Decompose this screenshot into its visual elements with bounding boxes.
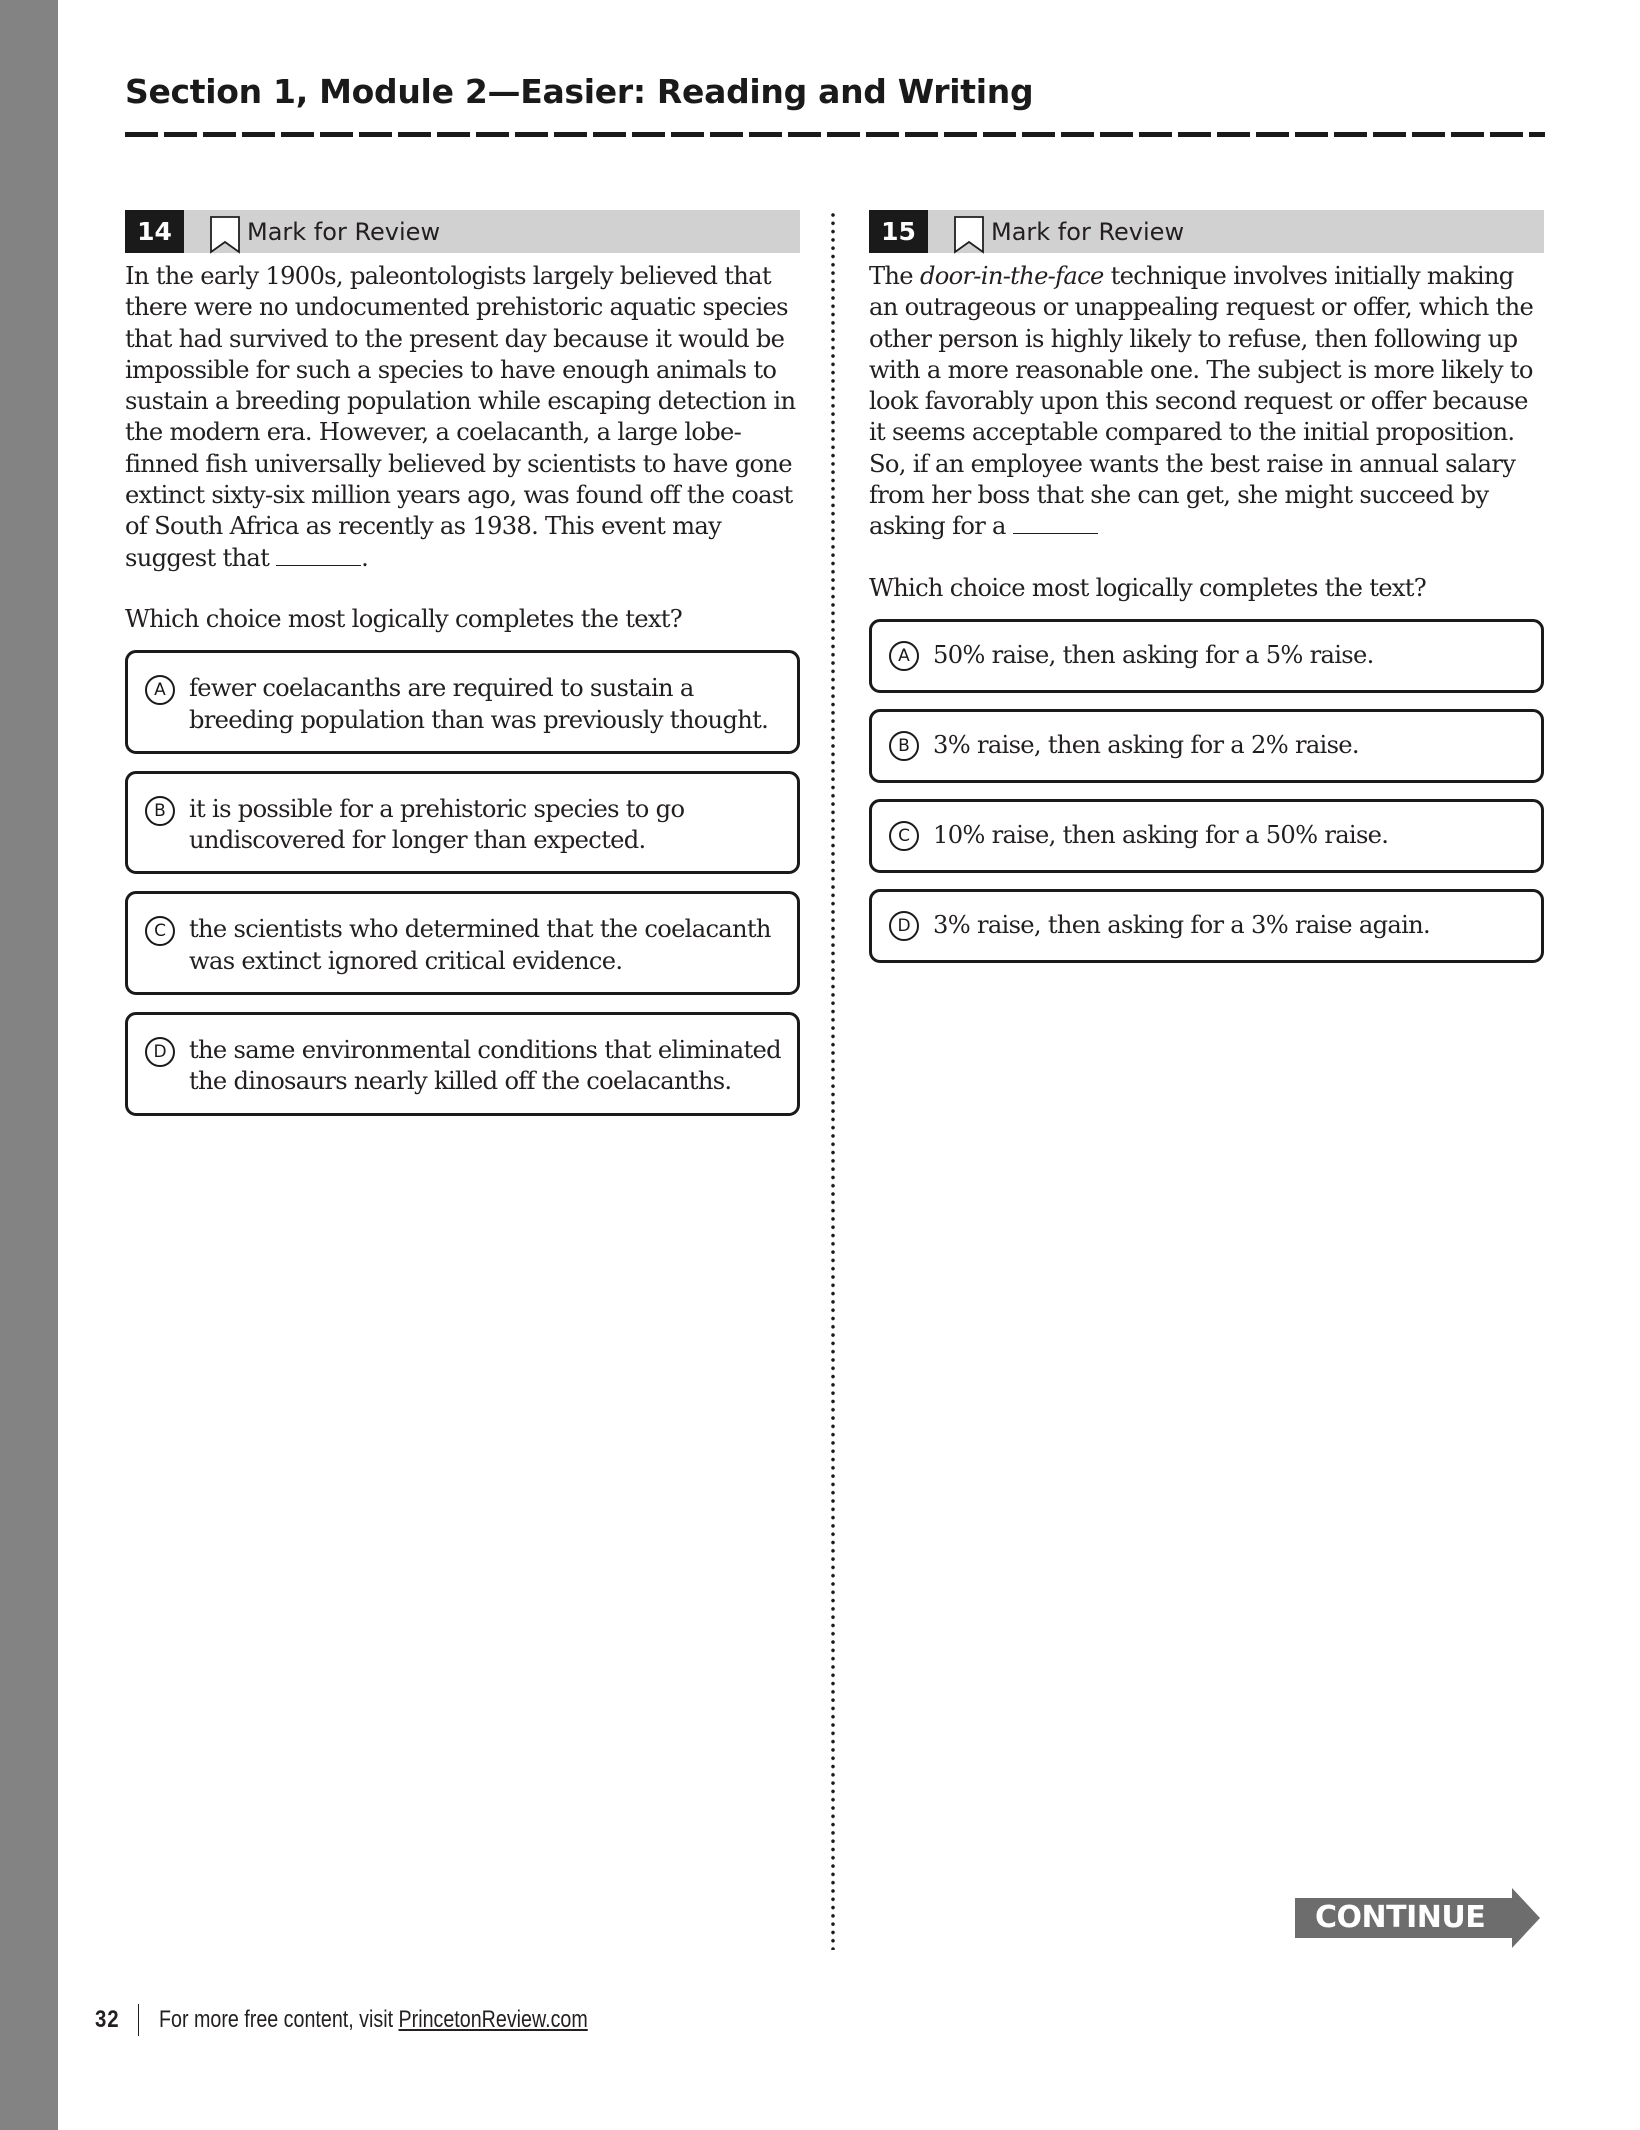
- choice-text: 3% raise, then asking for a 2% raise.: [933, 731, 1360, 760]
- bookmark-icon: [954, 215, 984, 254]
- question-header: 15 Mark for Review: [869, 210, 1544, 254]
- title-dashed-rule: [125, 132, 1545, 137]
- choice-text: fewer coelacanths are required to sustai…: [189, 674, 769, 734]
- choice-text: the same environmental conditions that e…: [189, 1036, 782, 1096]
- mark-for-review-button[interactable]: Mark for Review: [953, 210, 1184, 254]
- footer-separator: [137, 2004, 140, 2036]
- passage-italic-term: door-in-the-face: [919, 262, 1104, 290]
- mark-for-review-label: Mark for Review: [247, 217, 441, 246]
- passage-text: technique involves initially making an o…: [869, 262, 1534, 541]
- choice-letter-a-icon: A: [889, 640, 919, 671]
- mark-for-review-label: Mark for Review: [991, 217, 1185, 246]
- question-number: 14: [125, 210, 184, 253]
- choice-letter-c-icon: C: [145, 916, 175, 947]
- choice-c[interactable]: C the scientists who determined that the…: [125, 891, 800, 996]
- section-title: Section 1, Module 2—Easier: Reading and …: [125, 72, 1034, 111]
- choice-text: the scientists who determined that the c…: [189, 915, 771, 975]
- answer-choices: A fewer coelacanths are required to sust…: [125, 650, 800, 1116]
- choice-letter-b-icon: B: [145, 795, 175, 826]
- page-edge-bar: [0, 0, 58, 2130]
- choice-letter-d-icon: D: [889, 910, 919, 941]
- passage-text: In the early 1900s, paleontologists larg…: [125, 262, 796, 572]
- question-header: 14 Mark for Review: [125, 210, 800, 254]
- question-14: 14 Mark for Review In the early 1900s, p…: [125, 210, 800, 1133]
- question-passage: The door-in-the-face technique involves …: [869, 261, 1549, 543]
- choice-letter-b-icon: B: [889, 730, 919, 761]
- question-number: 15: [869, 210, 928, 253]
- choice-d[interactable]: D 3% raise, then asking for a 3% raise a…: [869, 888, 1544, 963]
- answer-blank: [276, 545, 362, 566]
- answer-choices: A 50% raise, then asking for a 5% raise.…: [869, 618, 1544, 963]
- continue-button[interactable]: CONTINUE: [1295, 1888, 1540, 1948]
- mark-for-review-button[interactable]: Mark for Review: [209, 210, 440, 254]
- footer-text: For more free content, visit PrincetonRe…: [159, 2006, 588, 2034]
- continue-label: CONTINUE: [1315, 1900, 1486, 1935]
- choice-letter-c-icon: C: [889, 820, 919, 851]
- page-footer: 32 For more free content, visit Princeto…: [95, 2004, 682, 2036]
- choice-text: 3% raise, then asking for a 3% raise aga…: [933, 911, 1431, 940]
- choice-letter-d-icon: D: [145, 1037, 175, 1068]
- passage-start: The: [869, 262, 914, 290]
- princeton-review-link[interactable]: PrincetonReview.com: [399, 2006, 588, 2033]
- choice-b[interactable]: B it is possible for a prehistoric speci…: [125, 770, 800, 875]
- question-prompt: Which choice most logically completes th…: [125, 604, 683, 633]
- choice-a[interactable]: A fewer coelacanths are required to sust…: [125, 650, 800, 754]
- choice-text: 50% raise, then asking for a 5% raise.: [933, 641, 1374, 670]
- page-number: 32: [95, 2006, 120, 2033]
- column-divider: [831, 213, 835, 1950]
- question-passage: In the early 1900s, paleontologists larg…: [125, 261, 805, 574]
- choice-a[interactable]: A 50% raise, then asking for a 5% raise.: [869, 618, 1544, 693]
- passage-end: .: [361, 543, 369, 572]
- choice-c[interactable]: C 10% raise, then asking for a 50% raise…: [869, 798, 1544, 873]
- answer-blank: [1012, 513, 1098, 535]
- choice-b[interactable]: B 3% raise, then asking for a 2% raise.: [869, 708, 1544, 783]
- question-15: 15 Mark for Review The door-in-the-face …: [869, 210, 1544, 979]
- choice-d[interactable]: D the same environmental conditions that…: [125, 1012, 800, 1116]
- choice-text: 10% raise, then asking for a 50% raise.: [933, 821, 1389, 850]
- footer-message: For more free content, visit: [159, 2006, 399, 2033]
- choice-letter-a-icon: A: [145, 675, 175, 706]
- choice-text: it is possible for a prehistoric species…: [189, 794, 685, 855]
- bookmark-icon: [210, 215, 240, 254]
- question-prompt: Which choice most logically completes th…: [869, 573, 1427, 602]
